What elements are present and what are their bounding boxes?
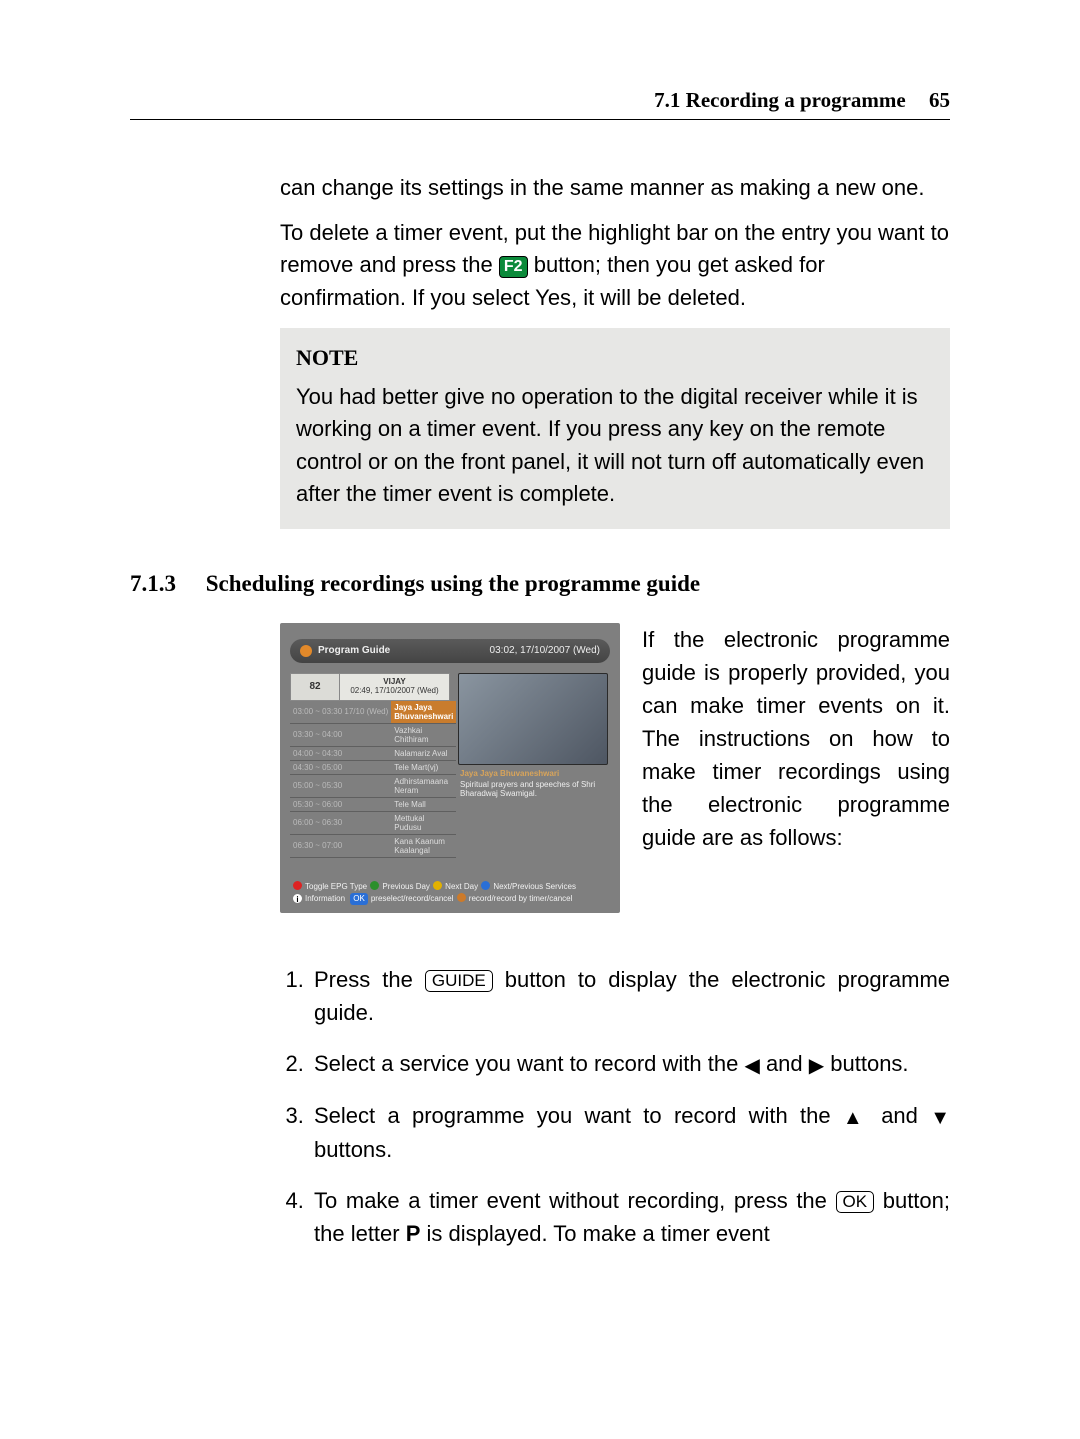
page-number: 65 [929,88,950,112]
subsection-heading: 7.1.3 Scheduling recordings using the pr… [130,571,950,597]
section-title: 7.1 Recording a programme [654,88,906,112]
right-arrow-icon: ▶ [809,1055,824,1077]
epg-logo-icon [300,645,312,657]
epg-row: 05:00 ~ 05:30Adhirstamaana Neram [290,774,456,797]
option-yes: Yes [535,285,571,310]
steps-list: Press the GUIDE button to display the el… [280,963,950,1250]
epg-preview-thumb [458,673,608,765]
epg-row: 04:00 ~ 04:30Nalamariz Aval [290,746,456,760]
epg-table: 03:00 ~ 03:30 17/10 (Wed)Jaya Jaya Bhuva… [290,701,456,858]
letter-p: P [406,1221,421,1246]
running-header: 7.1 Recording a programme 65 [130,88,950,120]
note-body: You had better give no operation to the … [296,381,934,511]
guide-button-icon: GUIDE [425,970,493,992]
epg-row: 05:30 ~ 06:00Tele Mall [290,797,456,811]
epg-list-panel: 82 VIJAY 02:49, 17/10/2007 (Wed) 03:00 ~… [290,673,450,858]
up-arrow-icon: ▲ [843,1107,869,1129]
left-arrow-icon: ◀ [744,1055,759,1077]
subsection-number: 7.1.3 [130,571,200,597]
ok-badge-icon: OK [350,893,368,905]
epg-titlebar: Program Guide 03:02, 17/10/2007 (Wed) [290,639,610,663]
epg-row: 06:00 ~ 06:30Mettukal Pudusu [290,811,456,834]
epg-row: 03:00 ~ 03:30 17/10 (Wed)Jaya Jaya Bhuva… [290,701,456,724]
step-item: Press the GUIDE button to display the el… [310,963,950,1029]
epg-clock: 03:02, 17/10/2007 (Wed) [490,645,600,656]
step-item: To make a timer event without recording,… [310,1184,950,1250]
epg-row: 06:30 ~ 07:00Kana Kaanum Kaalangal [290,834,456,857]
note-box: NOTE You had better give no operation to… [280,328,950,529]
red-dot-icon [293,881,302,890]
step-item: Select a service you want to record with… [310,1047,950,1081]
figure-row: Program Guide 03:02, 17/10/2007 (Wed) 82… [280,623,950,923]
subsection-title: Scheduling recordings using the programm… [206,571,700,596]
epg-row: 04:30 ~ 05:00Tele Mart(vj) [290,760,456,774]
paragraph: To delete a timer event, put the highlig… [280,217,950,315]
info-dot-icon: i [293,894,302,903]
step-item: Select a programme you want to record wi… [310,1099,950,1166]
paragraph: can change its settings in the same mann… [280,172,950,205]
down-arrow-icon: ▼ [930,1107,950,1129]
epg-channel-number: 82 [290,673,340,701]
epg-title: Program Guide [318,645,390,656]
note-title: NOTE [296,342,934,375]
epg-description: Jaya Jaya Bhuvaneshwari Spiritual prayer… [460,769,608,798]
green-dot-icon [370,881,379,890]
epg-channel-label: VIJAY 02:49, 17/10/2007 (Wed) [340,673,450,701]
page: 7.1 Recording a programme 65 can change … [130,88,950,1268]
f2-button-icon: F2 [499,256,528,278]
epg-legend: Toggle EPG Type Previous Day Next Day Ne… [292,881,608,905]
rec-dot-icon [457,893,466,902]
epg-screenshot: Program Guide 03:02, 17/10/2007 (Wed) 82… [280,623,620,913]
epg-row: 03:30 ~ 04:00Vazhkai Chithiram [290,723,456,746]
ok-button-icon: OK [836,1191,875,1213]
yellow-dot-icon [433,881,442,890]
epg-channel-header: 82 VIJAY 02:49, 17/10/2007 (Wed) [290,673,450,701]
blue-dot-icon [481,881,490,890]
body-column: can change its settings in the same mann… [280,172,950,529]
